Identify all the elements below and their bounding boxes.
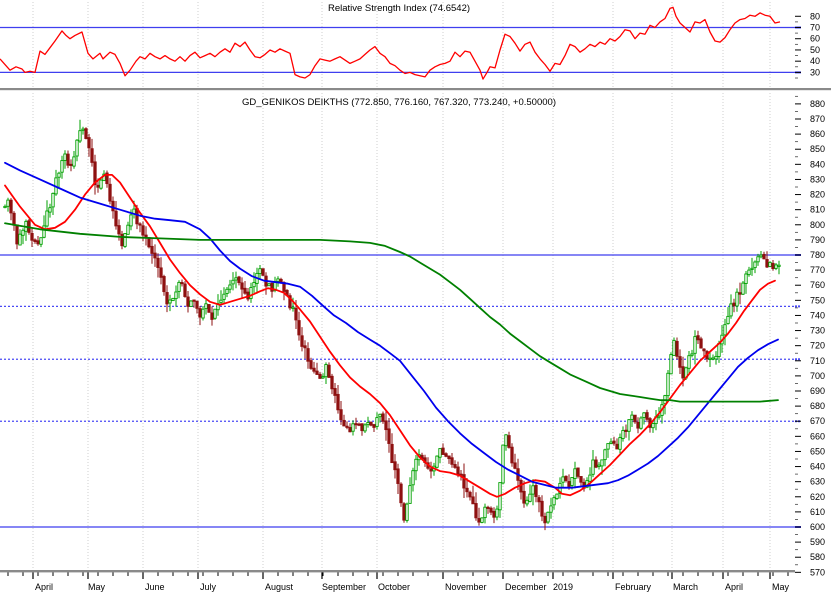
svg-text:860: 860	[810, 129, 825, 139]
svg-text:June: June	[145, 582, 165, 592]
svg-text:840: 840	[810, 159, 825, 169]
svg-text:760: 760	[810, 280, 825, 290]
svg-text:30: 30	[810, 67, 820, 77]
svg-text:620: 620	[810, 492, 825, 502]
svg-text:880: 880	[810, 99, 825, 109]
stock-chart-window: 80 7060504030 880 870 860 850 840 830 820 810 800 7…	[0, 0, 831, 594]
svg-text:740: 740	[810, 310, 825, 320]
rsi-indicator-line	[0, 7, 780, 79]
svg-text:670: 670	[810, 416, 825, 426]
svg-text:580: 580	[810, 552, 825, 562]
svg-text:780: 780	[810, 250, 825, 260]
svg-text:820: 820	[810, 190, 825, 200]
svg-text:750: 750	[810, 295, 825, 305]
svg-text:600: 600	[810, 522, 825, 532]
svg-text:November: November	[445, 582, 487, 592]
svg-text:650: 650	[810, 446, 825, 456]
svg-text:May: May	[88, 582, 106, 592]
svg-text:April: April	[35, 582, 53, 592]
svg-text:March: March	[673, 582, 698, 592]
svg-text:710: 710	[810, 356, 825, 366]
svg-text:800: 800	[810, 220, 825, 230]
svg-text:830: 830	[810, 174, 825, 184]
svg-text:810: 810	[810, 205, 825, 215]
svg-text:730: 730	[810, 326, 825, 336]
rsi-panel-title: Relative Strength Index (74.6542)	[328, 3, 470, 14]
svg-text:70: 70	[810, 23, 820, 33]
price-panel-title: GD_GENIKOS DEIKTHS (772.850, 776.160, 76…	[242, 97, 556, 108]
svg-text:720: 720	[810, 341, 825, 351]
svg-text:60: 60	[810, 34, 820, 44]
svg-text:850: 850	[810, 144, 825, 154]
svg-text:April: April	[725, 582, 743, 592]
svg-text:October: October	[378, 582, 410, 592]
svg-text:660: 660	[810, 431, 825, 441]
svg-text:May: May	[772, 582, 790, 592]
svg-text:700: 700	[810, 371, 825, 381]
svg-text:August: August	[265, 582, 294, 592]
svg-text:590: 590	[810, 537, 825, 547]
svg-text:630: 630	[810, 477, 825, 487]
svg-text:September: September	[322, 582, 366, 592]
candlesticks	[4, 120, 780, 530]
svg-text:40: 40	[810, 56, 820, 66]
svg-text:690: 690	[810, 386, 825, 396]
svg-text:770: 770	[810, 265, 825, 275]
svg-text:640: 640	[810, 462, 825, 472]
svg-text:680: 680	[810, 401, 825, 411]
svg-text:2019: 2019	[553, 582, 573, 592]
svg-text:80: 80	[810, 11, 820, 21]
svg-text:570: 570	[810, 567, 825, 577]
svg-text:December: December	[505, 582, 547, 592]
svg-text:50: 50	[810, 45, 820, 55]
panel-separators	[0, 88, 831, 572]
svg-text:July: July	[200, 582, 217, 592]
svg-text:February: February	[615, 582, 652, 592]
svg-text:790: 790	[810, 235, 825, 245]
svg-text:870: 870	[810, 114, 825, 124]
chart-canvas: 80 7060504030 880 870 860 850 840 830 820 810 800 7…	[0, 0, 831, 594]
svg-text:610: 610	[810, 507, 825, 517]
